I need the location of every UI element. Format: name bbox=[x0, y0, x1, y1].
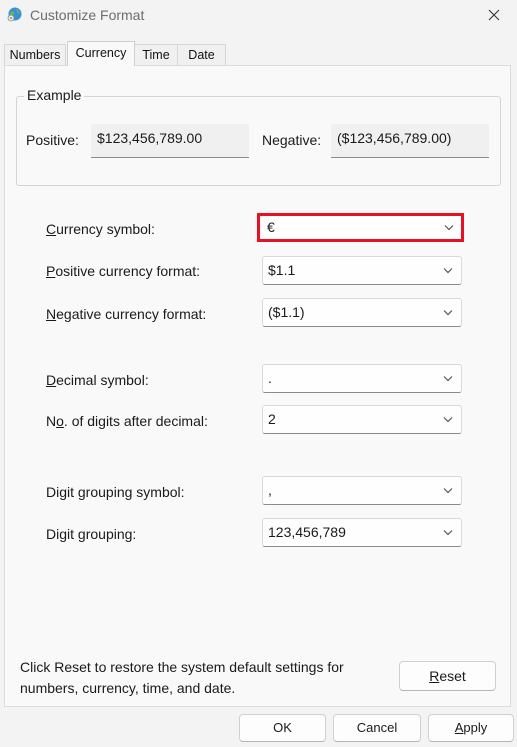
digit-grouping-label: Digit grouping: bbox=[46, 526, 137, 542]
digits-after-decimal-dropdown[interactable]: 2 bbox=[262, 405, 462, 434]
close-icon bbox=[488, 9, 500, 21]
reset-button[interactable]: Reset bbox=[399, 661, 496, 691]
tab-time[interactable]: Time bbox=[132, 44, 180, 66]
chevron-down-icon bbox=[443, 417, 453, 423]
globe-settings-icon bbox=[7, 6, 23, 22]
negative-sample: ($123,456,789.00) bbox=[331, 124, 489, 158]
grouping-symbol-label: Digit grouping symbol: bbox=[46, 484, 185, 500]
tab-currency[interactable]: Currency bbox=[67, 41, 135, 66]
digit-grouping-dropdown[interactable]: 123,456,789 bbox=[262, 518, 462, 547]
close-button[interactable] bbox=[471, 0, 517, 30]
chevron-down-icon bbox=[443, 376, 453, 382]
tab-date[interactable]: Date bbox=[177, 44, 226, 66]
cancel-button[interactable]: Cancel bbox=[333, 714, 421, 742]
tab-numbers[interactable]: Numbers bbox=[4, 44, 66, 66]
positive-format-value: $1.1 bbox=[268, 262, 296, 278]
grouping-symbol-value: , bbox=[268, 482, 272, 498]
currency-symbol-label: Currency symbol: bbox=[46, 221, 155, 237]
negative-format-dropdown[interactable]: ($1.1) bbox=[262, 298, 462, 327]
negative-format-label: Negative currency format: bbox=[46, 306, 207, 322]
chevron-down-icon bbox=[443, 530, 453, 536]
digit-grouping-value: 123,456,789 bbox=[268, 524, 346, 540]
decimal-symbol-value: . bbox=[268, 370, 272, 386]
grouping-symbol-dropdown[interactable]: , bbox=[262, 476, 462, 505]
chevron-down-icon bbox=[443, 268, 453, 274]
example-legend: Example bbox=[24, 87, 85, 103]
reset-info-text: Click Reset to restore the system defaul… bbox=[20, 659, 344, 696]
chevron-down-icon bbox=[443, 310, 453, 316]
digits-after-decimal-label: No. of digits after decimal: bbox=[46, 413, 208, 429]
chevron-down-icon bbox=[443, 488, 453, 494]
highlight-box bbox=[257, 213, 464, 242]
title-bar: Customize Format bbox=[0, 0, 517, 32]
digits-after-decimal-value: 2 bbox=[268, 411, 276, 427]
positive-sample: $123,456,789.00 bbox=[91, 124, 249, 158]
positive-format-dropdown[interactable]: $1.1 bbox=[262, 256, 462, 285]
decimal-symbol-dropdown[interactable]: . bbox=[262, 364, 462, 393]
decimal-symbol-label: Decimal symbol: bbox=[46, 372, 149, 388]
ok-button[interactable]: OK bbox=[239, 714, 326, 742]
positive-format-label: Positive currency format: bbox=[46, 263, 201, 279]
negative-format-value: ($1.1) bbox=[268, 304, 305, 320]
positive-label: Positive: bbox=[26, 132, 79, 148]
apply-button[interactable]: Apply bbox=[428, 714, 514, 742]
negative-label: Negative: bbox=[262, 132, 322, 148]
window-title: Customize Format bbox=[30, 7, 145, 23]
